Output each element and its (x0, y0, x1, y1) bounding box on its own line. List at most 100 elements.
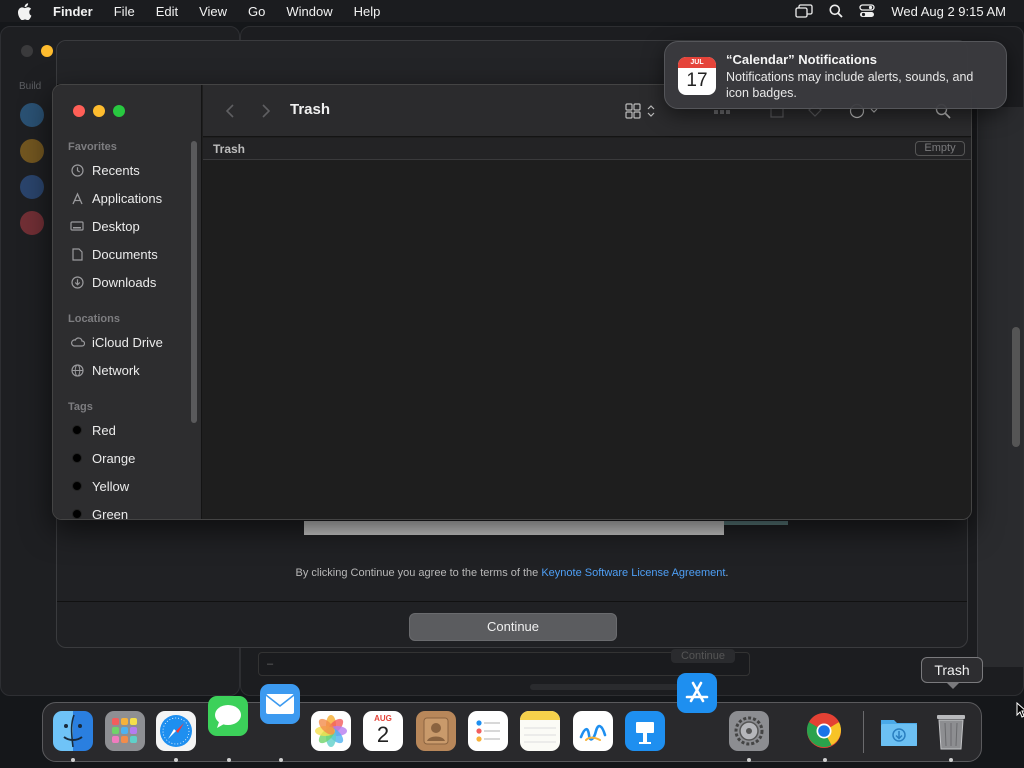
running-indicator (71, 758, 75, 762)
apple-icon[interactable] (17, 2, 35, 20)
sidebar-item-documents[interactable]: Documents (68, 243, 158, 265)
keynote-icon[interactable] (625, 711, 665, 751)
background-continue-button[interactable]: Continue (670, 649, 735, 663)
sidebar-item-label: Network (92, 362, 140, 378)
menu-file[interactable]: File (114, 4, 135, 19)
locations-header: Locations (68, 313, 120, 325)
license-link[interactable]: Keynote Software License Agreement (541, 567, 725, 579)
empty-trash-button[interactable]: Empty (915, 141, 965, 156)
sidebar-scrollbar[interactable] (191, 141, 197, 423)
calendar-icon-month: JUL (678, 57, 716, 68)
finder-content-area[interactable] (203, 161, 971, 519)
running-indicator (747, 758, 751, 762)
contacts-icon[interactable] (416, 711, 456, 751)
finder-sidebar: Favorites Recents Applications Desktop D… (53, 85, 202, 519)
menu-help[interactable]: Help (354, 4, 381, 19)
photos-icon[interactable] (311, 711, 351, 751)
continue-button[interactable]: Continue (409, 613, 617, 641)
forward-button[interactable] (257, 101, 275, 121)
sidebar-item-label: Red (92, 422, 116, 438)
sidebar-item-recents[interactable]: Recents (68, 159, 140, 181)
sidebar-tag-green[interactable]: Green (68, 503, 128, 519)
globe-icon (68, 363, 86, 377)
background-input[interactable]: – Continue (258, 649, 750, 676)
view-grid-icon[interactable] (625, 101, 657, 121)
sidebar-item-label: Desktop (92, 218, 140, 234)
sidebar-item-network[interactable]: Network (68, 359, 140, 381)
license-suffix: . (725, 567, 729, 579)
tag-dot-icon (68, 451, 86, 465)
trash-header-label: Trash (213, 142, 246, 156)
sidebar-item-downloads[interactable]: Downloads (68, 271, 156, 293)
document-icon (68, 247, 86, 261)
dock: AUG 2 (42, 702, 982, 762)
sidebar-item-label: Recents (92, 162, 140, 178)
sidebar-tag-yellow[interactable]: Yellow (68, 475, 129, 497)
running-indicator (279, 758, 283, 762)
mouse-cursor-icon (1016, 701, 1024, 718)
dock-calendar-day: 2 (376, 722, 390, 747)
notification-title: “Calendar” Notifications (726, 52, 877, 67)
menu-clock[interactable]: Wed Aug 2 9:15 AM (891, 4, 1006, 19)
cloud-icon (68, 335, 86, 349)
messages-icon[interactable] (208, 696, 248, 736)
window-minimize-button[interactable] (41, 45, 53, 57)
sidebar-app-icon[interactable] (20, 211, 44, 235)
menu-go[interactable]: Go (248, 4, 265, 19)
sidebar-item-label: Documents (92, 246, 158, 262)
control-center-icon[interactable] (859, 4, 875, 18)
safari-icon[interactable] (156, 711, 196, 751)
downloads-folder-icon[interactable] (879, 711, 919, 751)
system-settings-icon[interactable] (729, 711, 769, 751)
sidebar-app-icon[interactable] (20, 139, 44, 163)
sidebar-item-applications[interactable]: Applications (68, 187, 162, 209)
notes-icon[interactable] (520, 711, 560, 751)
sidebar-app-icon[interactable] (20, 103, 44, 127)
tag-dot-icon (68, 507, 86, 519)
finder-icon[interactable] (53, 711, 93, 751)
sidebar-tag-orange[interactable]: Orange (68, 447, 135, 469)
sidebar-label: Build (19, 81, 42, 92)
desktop-icon (68, 219, 86, 233)
dock-separator (863, 711, 864, 753)
calendar-icon-day: 17 (686, 70, 708, 91)
reminders-icon[interactable] (468, 711, 508, 751)
tag-dot-icon (68, 479, 86, 493)
divider (57, 601, 967, 602)
running-indicator (823, 758, 827, 762)
zoom-button[interactable] (113, 105, 125, 117)
close-button[interactable] (73, 105, 85, 117)
chrome-icon[interactable] (804, 711, 844, 751)
freeform-icon[interactable] (573, 711, 613, 751)
menu-edit[interactable]: Edit (156, 4, 178, 19)
finder-window: Favorites Recents Applications Desktop D… (52, 84, 972, 520)
minimize-button[interactable] (93, 105, 105, 117)
scrollbar[interactable] (1012, 327, 1020, 447)
app-store-icon[interactable] (677, 673, 717, 713)
sidebar-tag-red[interactable]: Red (68, 419, 116, 441)
calendar-app-icon: JUL 17 (678, 57, 716, 95)
clock-icon (68, 163, 86, 177)
notification-banner[interactable]: JUL 17 “Calendar” Notifications Notifica… (664, 41, 1007, 109)
launchpad-icon[interactable] (105, 711, 145, 751)
menu-view[interactable]: View (199, 4, 227, 19)
sidebar-item-label: Downloads (92, 274, 157, 290)
installer-image-strip (304, 521, 724, 535)
trash-icon[interactable] (931, 711, 971, 751)
menu-window[interactable]: Window (286, 4, 332, 19)
tag-dot-icon (68, 423, 86, 437)
favorites-header: Favorites (68, 141, 117, 153)
sidebar-item-label: iCloud Drive (92, 334, 163, 350)
applications-icon (68, 191, 86, 205)
sidebar-item-icloud-drive[interactable]: iCloud Drive (68, 331, 163, 353)
search-icon[interactable] (829, 4, 843, 18)
sidebar-item-desktop[interactable]: Desktop (68, 215, 140, 237)
mail-icon[interactable] (260, 684, 300, 724)
screen-mirroring-icon[interactable] (795, 4, 813, 18)
window-close-button[interactable] (21, 45, 33, 57)
calendar-icon[interactable]: AUG 2 (363, 711, 403, 751)
back-button[interactable] (221, 101, 239, 121)
sidebar-app-icon[interactable] (20, 175, 44, 199)
menu-bar: Finder File Edit View Go Window Help Wed… (0, 0, 1024, 22)
menu-app-name[interactable]: Finder (53, 4, 93, 19)
